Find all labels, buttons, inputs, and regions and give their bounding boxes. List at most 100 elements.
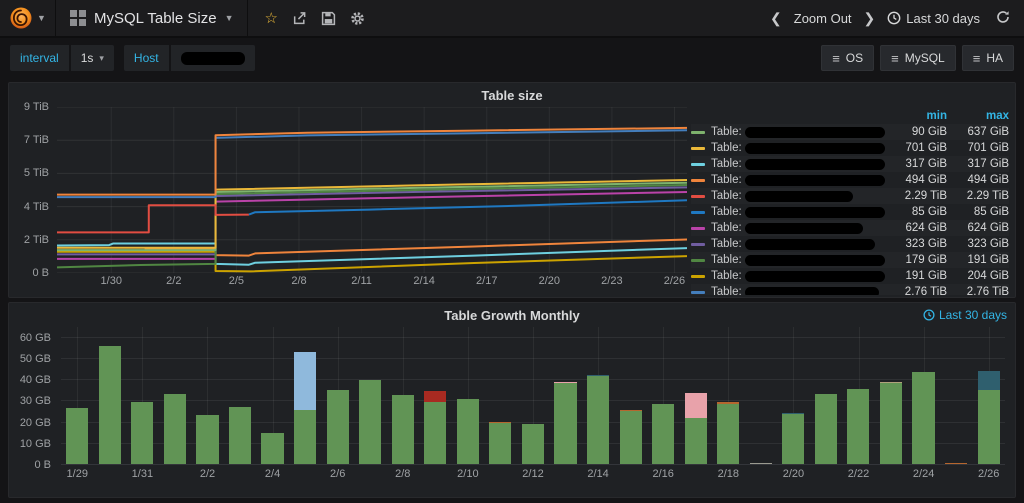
panel-table-growth-title[interactable]: Table Growth Monthly	[9, 303, 1015, 325]
legend-series-label[interactable]: Table:	[711, 270, 885, 282]
legend-color-swatch[interactable]	[691, 243, 705, 246]
growth-bar[interactable]	[554, 382, 576, 464]
legend-series-label[interactable]: Table:	[711, 286, 885, 295]
dashboard-picker[interactable]: MySQL Table Size ▼	[56, 0, 248, 36]
template-variables-row: interval 1s▾ Host ≡OS≡MySQL≡HA	[0, 38, 1024, 78]
growth-bar[interactable]	[522, 424, 544, 464]
legend-color-swatch[interactable]	[691, 211, 705, 214]
growth-bar[interactable]	[99, 346, 121, 464]
menu-button-mysql[interactable]: ≡MySQL	[880, 45, 956, 71]
x-tick-label: 2/8	[395, 468, 410, 480]
legend-series-label[interactable]: Table:	[711, 142, 885, 154]
legend-min-value: 701 GiB	[885, 142, 947, 154]
legend-color-swatch[interactable]	[691, 291, 705, 294]
legend-color-swatch[interactable]	[691, 147, 705, 150]
dashboard-grid-icon	[70, 10, 86, 26]
y-tick-label: 60 GB	[20, 332, 51, 344]
growth-bar[interactable]	[912, 372, 934, 464]
legend-min-value: 317 GiB	[885, 158, 947, 170]
legend-color-swatch[interactable]	[691, 275, 705, 278]
interval-variable-dropdown[interactable]: 1s▾	[71, 45, 114, 71]
bar-segment-green	[880, 383, 902, 464]
legend-series-label[interactable]: Table:	[711, 190, 885, 202]
series-orange-low-table[interactable]	[145, 239, 687, 255]
legend-color-swatch[interactable]	[691, 195, 705, 198]
growth-bar[interactable]	[164, 394, 186, 464]
series-red-table[interactable]	[57, 205, 249, 232]
panel-time-override[interactable]: Last 30 days	[923, 308, 1007, 322]
x-tick-label: 2/20	[539, 275, 560, 287]
grafana-logo-menu[interactable]: ▼	[0, 0, 56, 36]
growth-bar[interactable]	[750, 463, 772, 464]
legend-series-label[interactable]: Table:	[711, 238, 885, 250]
growth-bar[interactable]	[66, 408, 88, 464]
clock-icon	[923, 309, 935, 321]
growth-bar[interactable]	[978, 371, 1000, 464]
legend-series-label[interactable]: Table:	[711, 254, 885, 266]
bar-segment-green	[66, 408, 88, 464]
growth-bar[interactable]	[652, 404, 674, 465]
legend-min-header[interactable]: min	[885, 110, 947, 122]
legend-color-swatch[interactable]	[691, 179, 705, 182]
growth-bar[interactable]	[815, 394, 837, 464]
growth-chart[interactable]	[61, 327, 1005, 465]
legend-series-label[interactable]: Table:	[711, 206, 885, 218]
share-icon[interactable]	[292, 11, 307, 26]
dashboard-caret-icon: ▼	[225, 13, 234, 23]
x-tick-label: 2/26	[664, 275, 685, 287]
bar-segment-green	[782, 414, 804, 464]
growth-bar[interactable]	[620, 410, 642, 464]
menu-button-os[interactable]: ≡OS	[821, 45, 874, 71]
y-tick-label: 4 TiB	[24, 201, 49, 213]
bar-segment-teal	[978, 371, 1000, 390]
series-blue-table[interactable]	[249, 200, 687, 214]
legend-max-value: 204 GiB	[947, 270, 1009, 282]
legend-row: Table:2.76 TiB2.76 TiB	[691, 284, 1009, 295]
growth-bar[interactable]	[392, 395, 414, 464]
growth-bar[interactable]	[457, 399, 479, 464]
legend-series-label[interactable]: Table:	[711, 222, 885, 234]
menu-button-ha[interactable]: ≡HA	[962, 45, 1014, 71]
growth-bar[interactable]	[131, 402, 153, 464]
growth-bar[interactable]	[847, 389, 869, 464]
zoom-out-button[interactable]: Zoom Out	[794, 11, 852, 26]
redacted-table-name	[745, 223, 863, 234]
growth-bar[interactable]	[587, 375, 609, 464]
time-range-picker[interactable]: Last 30 days	[887, 11, 980, 26]
gear-icon[interactable]	[350, 11, 365, 26]
time-forward-icon[interactable]: ❯	[862, 10, 878, 27]
growth-bar[interactable]	[717, 402, 739, 464]
growth-bar[interactable]	[294, 352, 316, 465]
growth-bar[interactable]	[327, 390, 349, 464]
x-tick-label: 2/20	[783, 468, 804, 480]
legend-color-swatch[interactable]	[691, 227, 705, 230]
refresh-icon[interactable]	[996, 10, 1010, 27]
time-back-icon[interactable]: ❮	[768, 10, 784, 27]
growth-bar[interactable]	[424, 391, 446, 464]
growth-bar[interactable]	[945, 463, 967, 464]
growth-bar[interactable]	[489, 422, 511, 464]
growth-bar[interactable]	[782, 413, 804, 464]
growth-bar[interactable]	[880, 382, 902, 464]
legend-color-swatch[interactable]	[691, 259, 705, 262]
legend-color-swatch[interactable]	[691, 131, 705, 134]
growth-bar[interactable]	[359, 380, 381, 464]
legend-color-swatch[interactable]	[691, 163, 705, 166]
panel-table-size-title[interactable]: Table size	[9, 83, 1015, 105]
legend-max-header[interactable]: max	[947, 110, 1009, 122]
growth-bar[interactable]	[196, 415, 218, 464]
legend-series-label[interactable]: Table:	[711, 126, 885, 138]
legend-series-label[interactable]: Table:	[711, 174, 885, 186]
growth-bar[interactable]	[261, 433, 283, 464]
legend-series-label[interactable]: Table:	[711, 158, 885, 170]
host-variable-dropdown[interactable]	[171, 45, 255, 71]
legend-min-value: 624 GiB	[885, 222, 947, 234]
top-navbar: ▼ MySQL Table Size ▼ ☆ ❮ Zoom Out ❯ Last…	[0, 0, 1024, 38]
save-icon[interactable]	[321, 11, 336, 26]
growth-bar[interactable]	[229, 407, 251, 464]
table-size-chart[interactable]: 0 B2 TiB4 TiB5 TiB7 TiB9 TiB 1/302/22/52…	[15, 107, 687, 295]
x-tick-label: 2/2	[200, 468, 215, 480]
bar-segment-green	[815, 394, 837, 464]
growth-bar[interactable]	[685, 393, 707, 464]
star-icon[interactable]: ☆	[264, 9, 277, 27]
